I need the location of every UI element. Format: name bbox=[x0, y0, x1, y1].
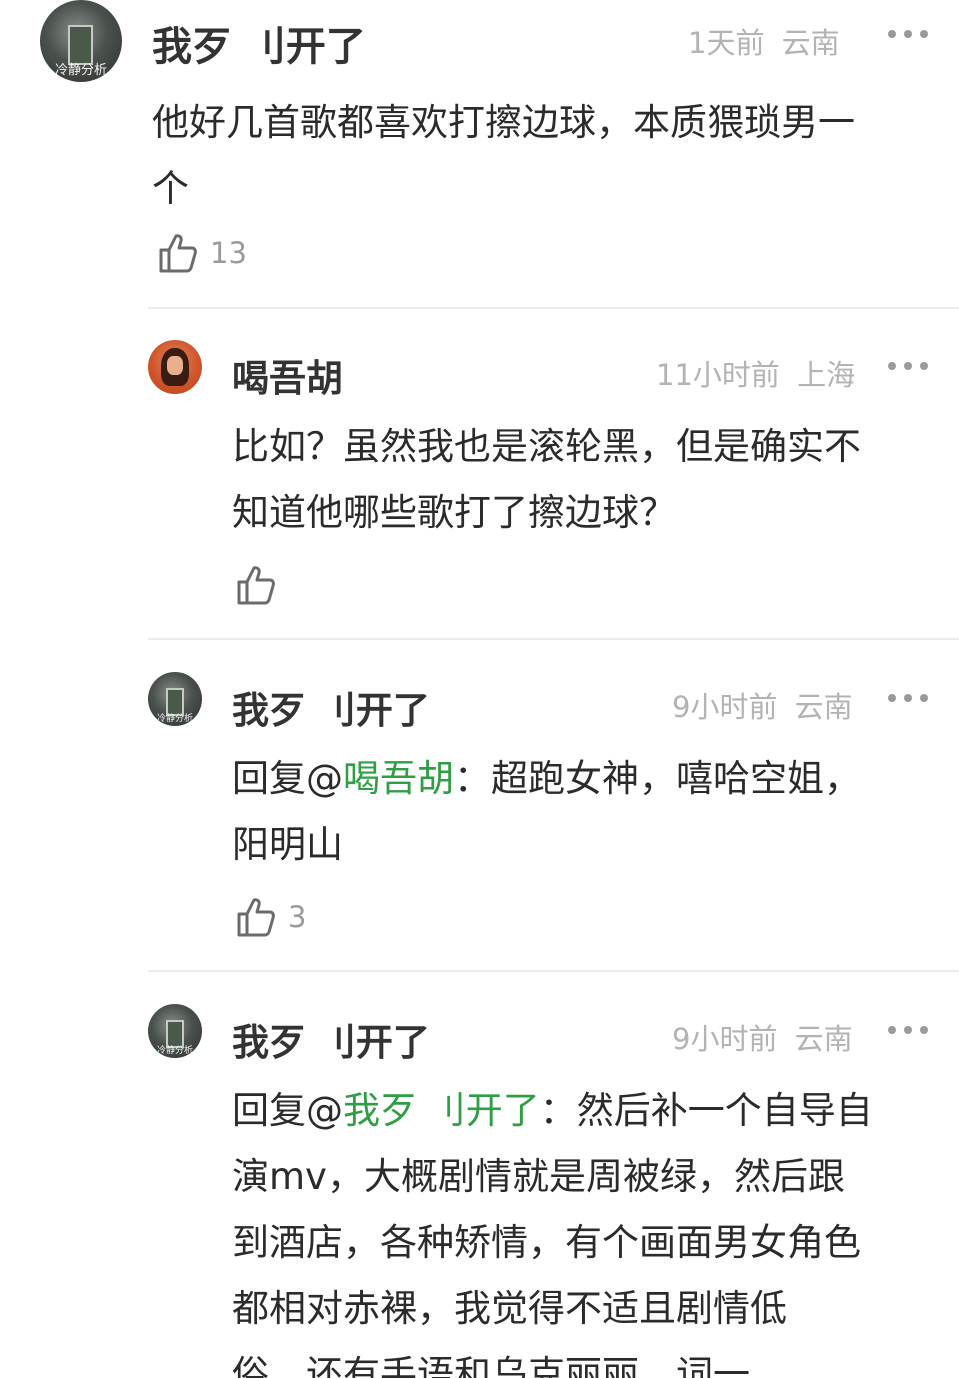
comment-time: 9小时前 bbox=[672, 1022, 778, 1056]
thumbs-up-icon bbox=[159, 234, 197, 273]
more-dots-icon[interactable] bbox=[888, 28, 928, 40]
comment-author[interactable]: 我歹 刂开了 bbox=[232, 1012, 430, 1066]
comment-2: 喝吾胡 11小时前 上海 比如？虽然我也是滚轮黑，但是确实不 知道他哪些歌打了擦… bbox=[0, 330, 959, 630]
reply-prefix: 回复@ bbox=[232, 757, 343, 800]
divider bbox=[148, 970, 959, 972]
like-button[interactable]: 3 bbox=[236, 896, 306, 938]
like-count: 13 bbox=[210, 236, 247, 270]
avatar-watermark: 冷静分析 bbox=[54, 63, 107, 78]
comment-text: 他好几首歌都喜欢打擦边球，本质猥琐男一 个 bbox=[152, 90, 855, 222]
thumbs-up-icon bbox=[237, 898, 275, 937]
comment-text-line: 回复@喝吾胡：超跑女神，嘻哈空姐， bbox=[232, 746, 861, 812]
comment-text-line: 他好几首歌都喜欢打擦边球，本质猥琐男一 bbox=[152, 101, 855, 144]
comment-text-line: 都相对赤裸，我觉得不适且剧情低 bbox=[232, 1287, 787, 1330]
comment-location: 云南 bbox=[794, 1022, 853, 1056]
comment-location: 云南 bbox=[781, 26, 840, 60]
thumbs-up-icon bbox=[237, 566, 275, 605]
mention-link[interactable]: 我歹 刂开了 bbox=[343, 1089, 540, 1132]
more-dots-icon[interactable] bbox=[888, 360, 928, 372]
comment-author[interactable]: 我歹 刂开了 bbox=[152, 14, 366, 72]
divider bbox=[148, 307, 959, 309]
comment-text: 回复@我歹 刂开了：然后补一个自导自 演mv，大概剧情就是周被绿，然后跟 到酒店… bbox=[232, 1078, 873, 1378]
comment-text: 比如？虽然我也是滚轮黑，但是确实不 知道他哪些歌打了擦边球？ bbox=[232, 414, 861, 546]
comment-text-line: 阳明山 bbox=[232, 823, 343, 866]
reply-prefix: 回复@ bbox=[232, 1089, 343, 1132]
comment-author[interactable]: 我歹 刂开了 bbox=[232, 680, 430, 734]
comment-meta: 9小时前 云南 bbox=[672, 1016, 853, 1058]
comment-text-line: 知道他哪些歌打了擦边球？ bbox=[232, 491, 676, 534]
comment-text-line: 比如？虽然我也是滚轮黑，但是确实不 bbox=[232, 425, 861, 468]
comment-3: 冷静分析 我歹 刂开了 9小时前 云南 回复@喝吾胡：超跑女神，嘻哈空姐， 阳明… bbox=[0, 662, 959, 962]
comment-4: 冷静分析 我歹 刂开了 9小时前 云南 回复@我歹 刂开了：然后补一个自导自 演… bbox=[0, 994, 959, 1378]
comment-text-line: 回复@我歹 刂开了：然后补一个自导自 bbox=[232, 1078, 873, 1144]
comment-text-first: 超跑女神，嘻哈空姐， bbox=[491, 757, 861, 800]
mention-link[interactable]: 喝吾胡 bbox=[343, 757, 454, 800]
reply-separator: ： bbox=[454, 757, 491, 800]
comment-time: 9小时前 bbox=[672, 690, 778, 724]
more-dots-icon[interactable] bbox=[888, 1024, 928, 1036]
avatar[interactable]: 冷静分析 bbox=[148, 672, 202, 726]
comment-time: 1天前 bbox=[688, 26, 765, 60]
comment-author[interactable]: 喝吾胡 bbox=[232, 348, 343, 402]
like-count: 3 bbox=[288, 900, 307, 934]
more-dots-icon[interactable] bbox=[888, 692, 928, 704]
comment-meta: 9小时前 云南 bbox=[672, 684, 853, 726]
avatar[interactable]: 冷静分析 bbox=[148, 1004, 202, 1058]
comment-text-line: 个 bbox=[152, 167, 189, 210]
comment-text-line: 俗。还有手语和乌克丽丽，词一 bbox=[232, 1353, 750, 1378]
comment-time: 11小时前 bbox=[656, 358, 780, 392]
comment-location: 上海 bbox=[797, 358, 856, 392]
comment-meta: 1天前 云南 bbox=[688, 20, 840, 62]
avatar-watermark: 冷静分析 bbox=[156, 714, 193, 724]
avatar-watermark: 冷静分析 bbox=[156, 1046, 193, 1056]
comment-text-first: 然后补一个自导自 bbox=[576, 1089, 873, 1132]
comment-text-line: 到酒店，各种矫情，有个画面男女角色 bbox=[232, 1221, 861, 1264]
comment-meta: 11小时前 上海 bbox=[656, 352, 855, 394]
comment-1: 冷静分析 我歹 刂开了 1天前 云南 他好几首歌都喜欢打擦边球，本质猥琐男一 个… bbox=[0, 0, 959, 300]
reply-separator: ： bbox=[539, 1089, 577, 1132]
avatar[interactable]: 冷静分析 bbox=[40, 0, 122, 82]
like-button[interactable] bbox=[236, 564, 288, 606]
comment-location: 云南 bbox=[794, 690, 853, 724]
avatar[interactable] bbox=[148, 340, 202, 394]
comment-text-line: 演mv，大概剧情就是周被绿，然后跟 bbox=[232, 1155, 845, 1198]
divider bbox=[148, 638, 959, 640]
comment-text: 回复@喝吾胡：超跑女神，嘻哈空姐， 阳明山 bbox=[232, 746, 861, 878]
like-button[interactable]: 13 bbox=[158, 232, 247, 274]
